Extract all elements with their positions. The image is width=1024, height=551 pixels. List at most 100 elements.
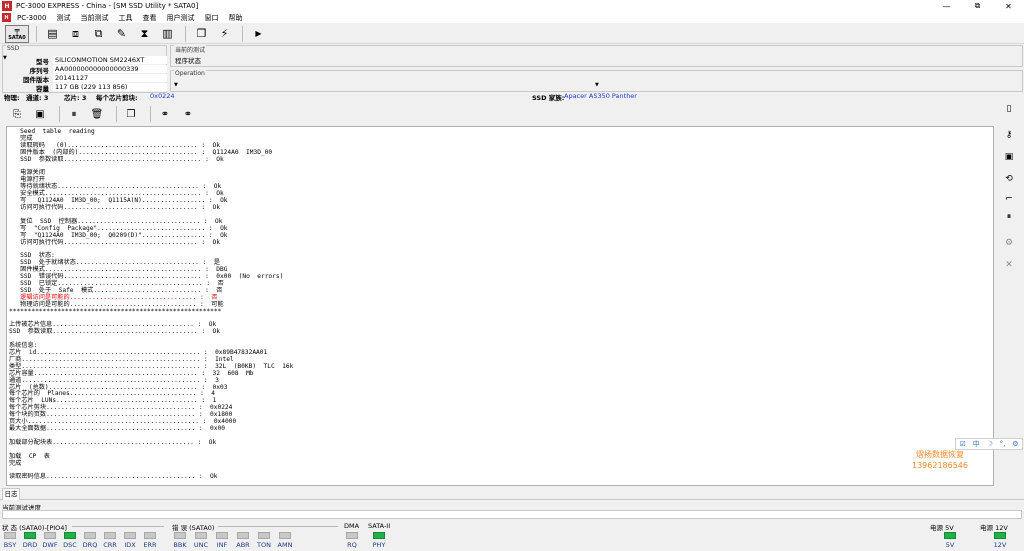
dma-led-group: DMA RQ: [342, 522, 366, 551]
log-open-button[interactable]: ⎘: [8, 105, 26, 123]
side-key-button[interactable]: ⚷: [1001, 128, 1017, 142]
more-button[interactable]: ▶: [248, 25, 269, 43]
collapse-arrow-icon[interactable]: ▼: [174, 82, 178, 88]
side-board-button[interactable]: ▣: [1001, 150, 1017, 164]
log-area[interactable]: Seed table reading 完成 读取瑕码 (0)..........…: [6, 126, 994, 486]
ime-punctuation-icon[interactable]: °,: [1000, 440, 1006, 448]
per-chip-value: 0x0224: [150, 92, 175, 100]
led-amn: AMN: [277, 532, 293, 549]
log-copy-button[interactable]: ❐: [122, 105, 140, 123]
side-pause-button[interactable]: ⏸: [1001, 210, 1017, 224]
log-text-continued: 物理访问是可能的................................…: [9, 300, 294, 481]
power-pulse-icon: ⌐: [1005, 194, 1013, 204]
watermark-line2: 13962186546: [912, 461, 968, 470]
side-power-button[interactable]: ⌐: [1001, 192, 1017, 206]
log-clear-button[interactable]: 🗑: [88, 105, 106, 123]
drive-info-button[interactable]: ▤: [42, 25, 63, 43]
watermark-line1: 熠扬数据恢复: [916, 450, 964, 459]
ime-settings-icon[interactable]: ⚙: [1012, 440, 1018, 448]
sata-port-label: SATA0: [8, 34, 26, 41]
led-label: CRR: [103, 541, 117, 549]
per-chip-label: 每个芯片剪块:: [96, 94, 138, 102]
copy-icon: ⧉: [94, 26, 103, 40]
board-icon: ▣: [1004, 152, 1014, 162]
sata-port-button[interactable]: ╤ SATA0: [5, 24, 29, 43]
menu-tools[interactable]: 工具: [113, 13, 137, 23]
dma-group-label: DMA: [344, 522, 360, 530]
led-lamp: [195, 532, 207, 539]
minimize-button[interactable]: —: [931, 0, 962, 12]
sata-led-group: SATA-II PHY: [366, 522, 396, 551]
side-tools-button[interactable]: ✕: [1001, 258, 1017, 272]
led-lamp: [216, 532, 228, 539]
model-label: 型号: [36, 58, 49, 66]
led-rq: RQ: [344, 532, 360, 549]
windows-icon: ❐: [196, 27, 207, 40]
toolbar-separator: [116, 106, 117, 122]
reset-icon: ⟲: [1005, 174, 1013, 184]
led-lamp: [144, 532, 156, 539]
current-test-value: 程序状态: [175, 57, 201, 65]
hourglass-button[interactable]: ⧗: [134, 25, 155, 43]
close-button[interactable]: ✕: [993, 0, 1024, 12]
led-lamp: [994, 532, 1006, 539]
led-lamp: [4, 532, 16, 539]
menu-help[interactable]: 帮助: [223, 13, 247, 23]
led-lamp: [258, 532, 270, 539]
menu-test[interactable]: 测试: [51, 13, 75, 23]
led-lamp: [44, 532, 56, 539]
side-settings-button[interactable]: ⚙: [1001, 236, 1017, 250]
menu-window[interactable]: 窗口: [199, 13, 223, 23]
log-find-next-button[interactable]: ⚭: [179, 105, 197, 123]
chip-tools-button[interactable]: ⧈: [65, 25, 86, 43]
led-phy: PHY: [371, 532, 387, 549]
toolbar-separator: [36, 25, 37, 42]
toolbar-separator: [59, 106, 60, 122]
led-label: 5V: [945, 541, 955, 549]
log-save-button[interactable]: ▣: [31, 105, 49, 123]
led-label: DRD: [22, 541, 38, 549]
key-icon: ⚷: [1005, 130, 1013, 140]
signal-button[interactable]: ⚡: [214, 25, 235, 43]
power5-group-label: 电源 5V: [930, 524, 954, 532]
maximize-button[interactable]: ⧉: [962, 0, 993, 12]
side-document-button[interactable]: ▯: [1001, 102, 1017, 116]
serial-value: AA000000000000000339: [53, 65, 167, 73]
chip-icon: ⧈: [72, 26, 79, 40]
log-text: Seed table reading 完成 读取瑕码 (0)..........…: [20, 128, 284, 294]
capacity-value: 117 GB (229 113 856): [53, 83, 167, 91]
menu-pc3000[interactable]: PC-3000: [12, 14, 51, 22]
ime-language-toggle[interactable]: 中: [973, 439, 980, 449]
led-label: BBK: [173, 541, 187, 549]
ime-check-icon[interactable]: ☑: [959, 440, 965, 448]
menu-user-test[interactable]: 用户测试: [161, 13, 199, 23]
edit-sheet-button[interactable]: ✎: [111, 25, 132, 43]
led-lamp: [279, 532, 291, 539]
ime-moon-icon[interactable]: ☽: [986, 440, 992, 448]
menu-bar: H PC-3000 测试 当前测试 工具 查看 用户测试 窗口 帮助: [0, 12, 1024, 23]
led-5v: 5V: [942, 532, 958, 549]
led-lamp: [124, 532, 136, 539]
ssd-serial-row: 序列号 AA000000000000000339: [7, 65, 167, 75]
led-bbk: BBK: [172, 532, 188, 549]
copy-data-button[interactable]: ⧉: [88, 25, 109, 43]
tab-log[interactable]: 日志: [2, 488, 20, 500]
side-toolbar: ▯ ⚷ ▣ ⟲ ⌐ ⏸ ⚙ ✕: [995, 98, 1023, 288]
log-find-button[interactable]: ⚭: [156, 105, 174, 123]
status-led-group: 状 态 (SATA0)-[PIO4] BSY DRD DWF DSC DRQ CRR IDX…: [0, 522, 167, 551]
menu-current-test[interactable]: 当前测试: [75, 13, 113, 23]
led-bsy: BSY: [2, 532, 18, 549]
menu-view[interactable]: 查看: [137, 13, 161, 23]
operation-dropdown-icon[interactable]: ▼: [595, 82, 599, 88]
windows-button[interactable]: ❐: [191, 25, 212, 43]
status-group-label: 状 态 (SATA0)-[PIO4]: [2, 524, 67, 532]
side-reset-button[interactable]: ⟲: [1001, 172, 1017, 186]
ssd-firmware-row: 固件版本 20141127: [7, 74, 167, 84]
menu-app-icon[interactable]: H: [2, 13, 11, 22]
led-dwf: DWF: [42, 532, 58, 549]
led-label: UNC: [193, 541, 209, 549]
led-lamp: [64, 532, 76, 539]
log-pause-button[interactable]: ⏸: [65, 105, 83, 123]
document-button[interactable]: ▥: [157, 25, 178, 43]
pause-icon: ⏸: [1006, 212, 1012, 222]
